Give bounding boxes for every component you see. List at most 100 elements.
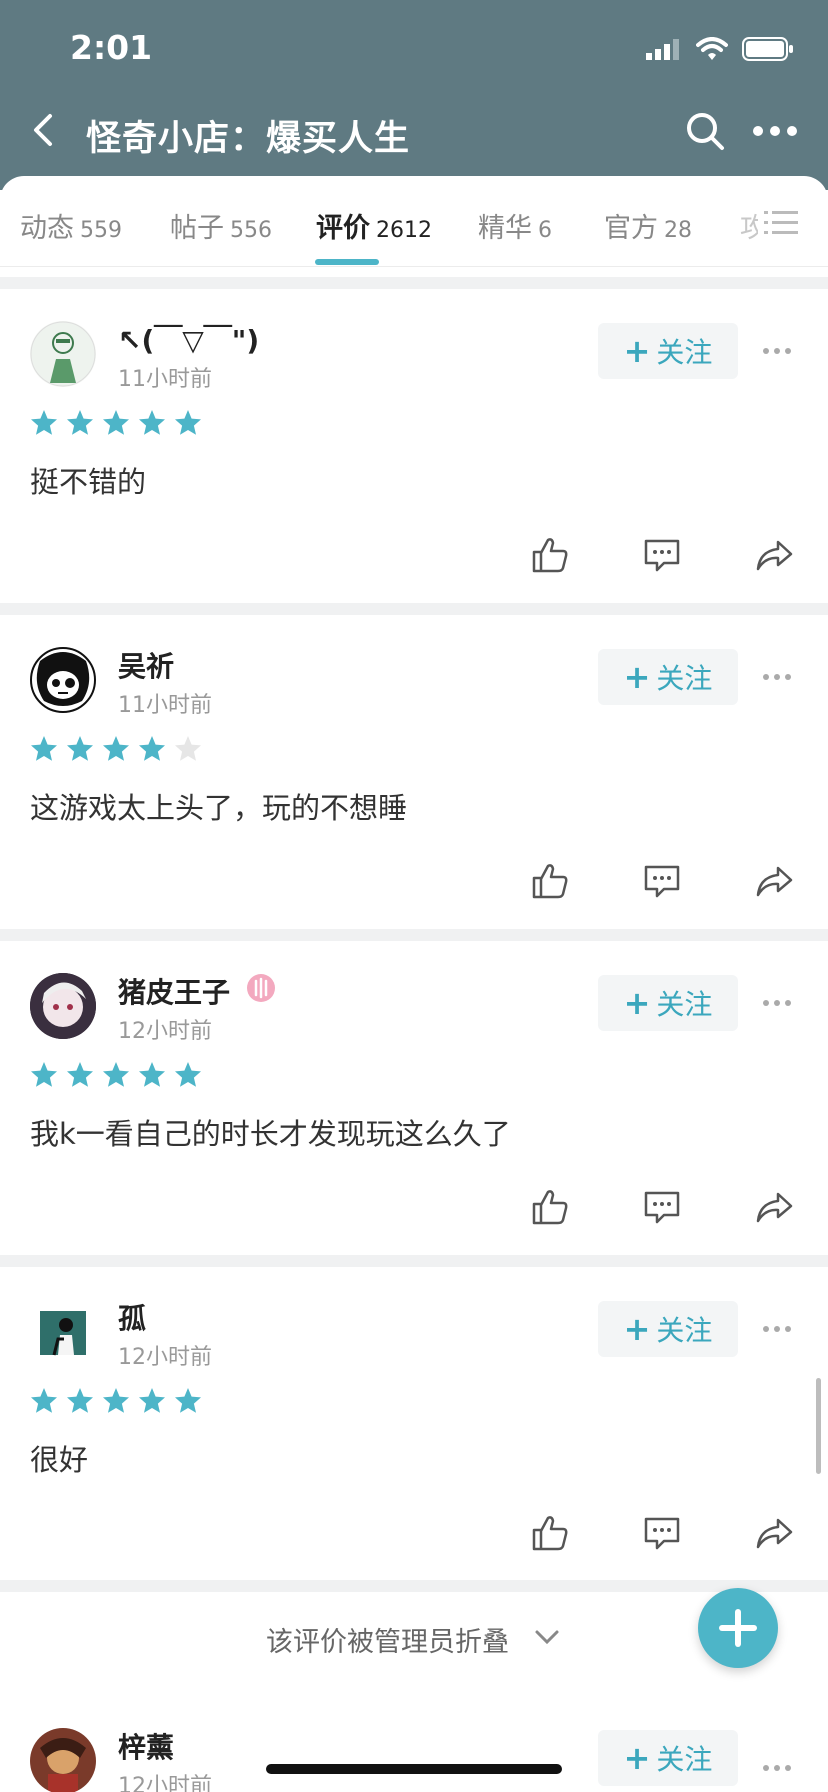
status-time: 2:01 <box>70 28 153 67</box>
follow-label: 关注 <box>656 1314 713 1347</box>
divider <box>0 603 828 615</box>
tab-label: 精华 <box>478 213 532 244</box>
avatar-image <box>30 973 96 1039</box>
avatar[interactable] <box>30 1299 96 1365</box>
review-time: 11小时前 <box>118 367 212 392</box>
comment-icon[interactable] <box>642 1513 682 1553</box>
follow-button[interactable]: + 关注 <box>598 1301 738 1357</box>
more-icon[interactable] <box>762 673 792 681</box>
follow-button[interactable]: + 关注 <box>598 649 738 705</box>
follow-label: 关注 <box>656 336 713 369</box>
user-badge-icon <box>247 974 275 1002</box>
plus-icon <box>719 1609 757 1647</box>
star-filled-icon <box>67 1388 93 1413</box>
tab-label: 攻 <box>740 213 758 244</box>
review-time: 12小时前 <box>118 1345 212 1370</box>
tab-guide[interactable]: 攻 <box>740 206 758 245</box>
star-filled-icon <box>31 1062 57 1087</box>
star-filled-icon <box>139 736 165 761</box>
tab-label: 官方 <box>604 213 658 244</box>
star-empty-icon <box>175 736 201 761</box>
star-filled-icon <box>67 736 93 761</box>
divider <box>0 1255 828 1267</box>
more-icon[interactable] <box>762 1325 792 1333</box>
share-icon[interactable] <box>754 861 794 901</box>
star-filled-icon <box>139 1062 165 1087</box>
tab-reviews[interactable]: 评价 2612 <box>316 206 432 245</box>
follow-button[interactable]: + 关注 <box>598 1730 738 1786</box>
share-icon[interactable] <box>754 1513 794 1553</box>
username[interactable]: 猪皮王子 <box>118 971 230 1011</box>
like-icon[interactable] <box>530 535 570 575</box>
add-review-button[interactable] <box>698 1588 778 1668</box>
username[interactable]: ↖(￣▽￣") <box>118 319 259 359</box>
follow-button[interactable]: + 关注 <box>598 975 738 1031</box>
status-icons <box>646 36 794 62</box>
review-time: 12小时前 <box>118 1774 212 1792</box>
home-indicator <box>266 1764 562 1774</box>
review-card: 孤 12小时前 + 关注 很好 <box>0 1267 828 1581</box>
tab-count: 556 <box>230 218 272 243</box>
review-time: 12小时前 <box>118 1019 212 1044</box>
more-icon[interactable] <box>762 1764 792 1772</box>
username[interactable]: 吴祈 <box>118 645 174 685</box>
review-text: 这游戏太上头了，玩的不想睡 <box>30 791 408 825</box>
share-icon[interactable] <box>754 1187 794 1227</box>
star-rating <box>30 735 202 763</box>
star-filled-icon <box>67 1062 93 1087</box>
star-filled-icon <box>67 410 93 435</box>
review-text: 我k一看自己的时长才发现玩这么久了 <box>30 1117 511 1151</box>
tab-posts[interactable]: 帖子 556 <box>170 206 272 245</box>
star-filled-icon <box>139 410 165 435</box>
scrollbar[interactable] <box>816 1378 821 1474</box>
more-icon[interactable] <box>752 119 798 143</box>
avatar[interactable] <box>30 647 96 713</box>
follow-button[interactable]: + 关注 <box>598 323 738 379</box>
divider <box>0 929 828 941</box>
star-filled-icon <box>175 1388 201 1413</box>
wifi-icon <box>696 37 728 60</box>
avatar[interactable] <box>30 321 96 387</box>
tab-featured[interactable]: 精华 6 <box>478 206 552 245</box>
tab-dynamics[interactable]: 动态 559 <box>20 206 122 245</box>
review-card: 猪皮王子 12小时前 + 关注 我k一看自己的时长才发现玩这么久了 <box>0 941 828 1255</box>
chevron-down-icon <box>535 1630 559 1645</box>
list-menu-icon[interactable] <box>764 208 798 238</box>
follow-label: 关注 <box>656 988 713 1021</box>
avatar-image <box>30 1728 96 1792</box>
search-icon[interactable] <box>684 110 726 152</box>
star-filled-icon <box>175 410 201 435</box>
tab-official[interactable]: 官方 28 <box>604 206 692 245</box>
review-card: ↖(￣▽￣") 11小时前 + 关注 挺不错的 <box>0 289 828 603</box>
tab-label: 帖子 <box>170 213 224 244</box>
back-arrow-icon[interactable] <box>28 110 62 150</box>
avatar[interactable] <box>30 973 96 1039</box>
avatar-image <box>40 1311 86 1356</box>
like-icon[interactable] <box>530 1187 570 1227</box>
share-icon[interactable] <box>754 535 794 575</box>
tab-count: 28 <box>664 218 692 243</box>
star-rating <box>30 1061 202 1089</box>
avatar[interactable] <box>30 1728 96 1792</box>
divider <box>0 277 828 289</box>
star-filled-icon <box>139 1388 165 1413</box>
comment-icon[interactable] <box>642 861 682 901</box>
comment-icon[interactable] <box>642 535 682 575</box>
avatar-image <box>30 321 96 387</box>
tab-count: 2612 <box>376 218 432 243</box>
star-filled-icon <box>31 736 57 761</box>
star-rating <box>30 1387 202 1415</box>
folded-text: 该评价被管理员折叠 <box>266 1627 509 1658</box>
like-icon[interactable] <box>530 861 570 901</box>
more-icon[interactable] <box>762 347 792 355</box>
username[interactable]: 孤 <box>118 1297 146 1337</box>
follow-label: 关注 <box>656 1743 713 1776</box>
like-icon[interactable] <box>530 1513 570 1553</box>
username[interactable]: 梓薰 <box>118 1726 174 1766</box>
comment-icon[interactable] <box>642 1187 682 1227</box>
tab-count: 6 <box>538 218 552 243</box>
star-filled-icon <box>103 1388 129 1413</box>
star-filled-icon <box>103 410 129 435</box>
more-icon[interactable] <box>762 999 792 1007</box>
review-card: 吴祈 11小时前 + 关注 这游戏太上头了，玩的不想睡 <box>0 615 828 929</box>
